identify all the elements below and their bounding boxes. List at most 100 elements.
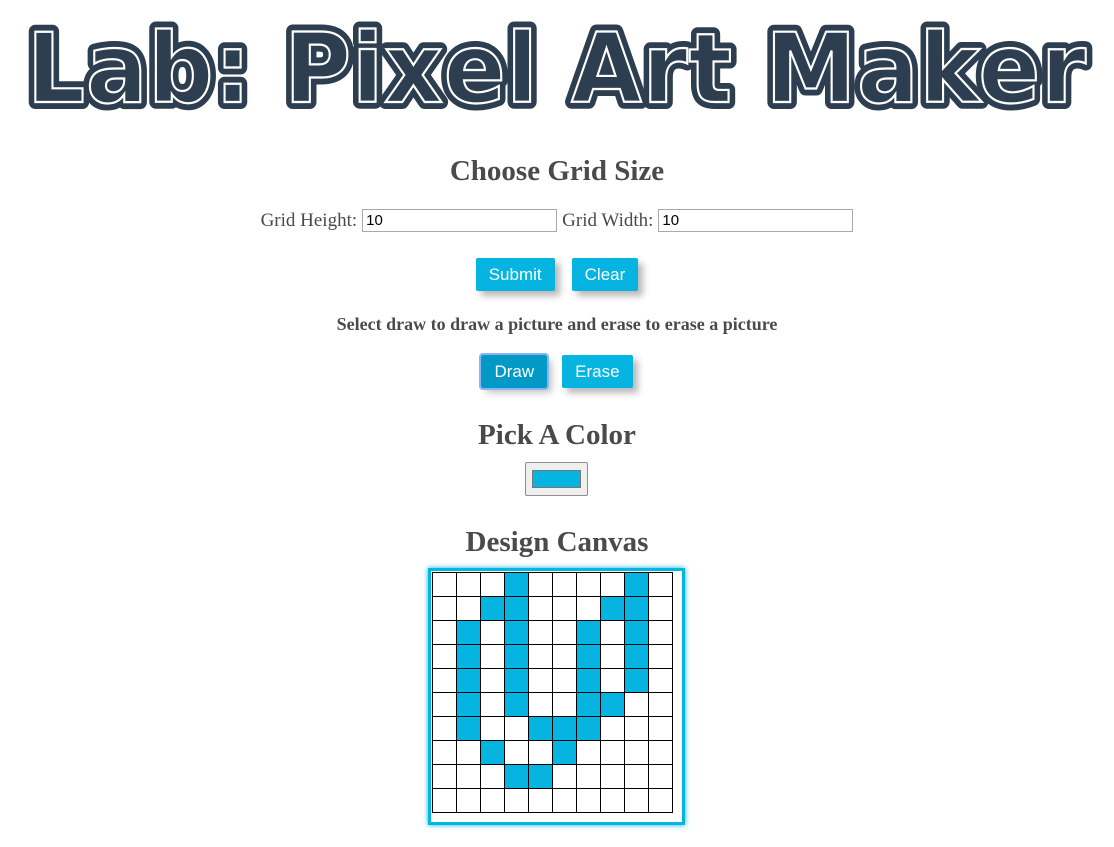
canvas-cell[interactable] <box>504 644 529 669</box>
clear-button[interactable]: Clear <box>571 258 639 291</box>
canvas-cell[interactable] <box>480 692 505 717</box>
canvas-cell[interactable] <box>456 716 481 741</box>
canvas-cell[interactable] <box>600 692 625 717</box>
canvas-cell[interactable] <box>504 692 529 717</box>
canvas-cell[interactable] <box>528 572 553 597</box>
canvas-cell[interactable] <box>576 572 601 597</box>
canvas-cell[interactable] <box>576 668 601 693</box>
canvas-cell[interactable] <box>504 620 529 645</box>
pixel-canvas[interactable] <box>432 572 673 813</box>
canvas-cell[interactable] <box>624 716 649 741</box>
canvas-cell[interactable] <box>528 692 553 717</box>
canvas-cell[interactable] <box>504 788 529 813</box>
canvas-cell[interactable] <box>600 668 625 693</box>
canvas-cell[interactable] <box>456 572 481 597</box>
canvas-cell[interactable] <box>456 692 481 717</box>
canvas-cell[interactable] <box>624 572 649 597</box>
canvas-cell[interactable] <box>528 788 553 813</box>
submit-button[interactable]: Submit <box>475 258 555 291</box>
canvas-cell[interactable] <box>576 764 601 789</box>
canvas-cell[interactable] <box>600 572 625 597</box>
canvas-cell[interactable] <box>552 668 577 693</box>
canvas-cell[interactable] <box>432 740 457 765</box>
canvas-cell[interactable] <box>480 716 505 741</box>
canvas-cell[interactable] <box>648 788 673 813</box>
canvas-cell[interactable] <box>624 692 649 717</box>
canvas-cell[interactable] <box>552 788 577 813</box>
canvas-cell[interactable] <box>456 788 481 813</box>
canvas-cell[interactable] <box>504 716 529 741</box>
canvas-cell[interactable] <box>648 572 673 597</box>
canvas-cell[interactable] <box>624 788 649 813</box>
canvas-cell[interactable] <box>432 764 457 789</box>
canvas-cell[interactable] <box>648 692 673 717</box>
canvas-cell[interactable] <box>648 668 673 693</box>
canvas-cell[interactable] <box>648 620 673 645</box>
canvas-cell[interactable] <box>624 644 649 669</box>
canvas-cell[interactable] <box>504 668 529 693</box>
canvas-cell[interactable] <box>528 668 553 693</box>
canvas-cell[interactable] <box>432 716 457 741</box>
canvas-cell[interactable] <box>552 572 577 597</box>
canvas-cell[interactable] <box>528 596 553 621</box>
canvas-cell[interactable] <box>528 620 553 645</box>
canvas-cell[interactable] <box>528 740 553 765</box>
canvas-cell[interactable] <box>456 668 481 693</box>
canvas-cell[interactable] <box>648 644 673 669</box>
canvas-cell[interactable] <box>576 596 601 621</box>
canvas-cell[interactable] <box>648 740 673 765</box>
canvas-cell[interactable] <box>624 596 649 621</box>
canvas-cell[interactable] <box>600 740 625 765</box>
canvas-cell[interactable] <box>576 620 601 645</box>
canvas-cell[interactable] <box>504 740 529 765</box>
canvas-cell[interactable] <box>480 644 505 669</box>
canvas-cell[interactable] <box>528 764 553 789</box>
canvas-cell[interactable] <box>576 692 601 717</box>
canvas-cell[interactable] <box>456 764 481 789</box>
canvas-cell[interactable] <box>480 788 505 813</box>
canvas-cell[interactable] <box>528 716 553 741</box>
canvas-cell[interactable] <box>432 620 457 645</box>
canvas-cell[interactable] <box>456 596 481 621</box>
canvas-cell[interactable] <box>504 764 529 789</box>
canvas-cell[interactable] <box>648 716 673 741</box>
canvas-cell[interactable] <box>432 596 457 621</box>
canvas-cell[interactable] <box>552 644 577 669</box>
canvas-cell[interactable] <box>600 788 625 813</box>
canvas-cell[interactable] <box>528 644 553 669</box>
canvas-cell[interactable] <box>552 596 577 621</box>
canvas-cell[interactable] <box>600 596 625 621</box>
canvas-cell[interactable] <box>480 572 505 597</box>
canvas-cell[interactable] <box>480 668 505 693</box>
canvas-cell[interactable] <box>552 716 577 741</box>
canvas-cell[interactable] <box>600 644 625 669</box>
canvas-cell[interactable] <box>456 644 481 669</box>
canvas-cell[interactable] <box>480 596 505 621</box>
canvas-cell[interactable] <box>576 644 601 669</box>
canvas-cell[interactable] <box>624 764 649 789</box>
canvas-cell[interactable] <box>432 788 457 813</box>
canvas-cell[interactable] <box>648 596 673 621</box>
draw-button[interactable]: Draw <box>479 353 550 390</box>
canvas-cell[interactable] <box>624 620 649 645</box>
canvas-cell[interactable] <box>456 740 481 765</box>
canvas-cell[interactable] <box>624 740 649 765</box>
canvas-cell[interactable] <box>432 668 457 693</box>
canvas-cell[interactable] <box>432 692 457 717</box>
canvas-cell[interactable] <box>504 572 529 597</box>
canvas-cell[interactable] <box>600 716 625 741</box>
canvas-cell[interactable] <box>600 620 625 645</box>
canvas-cell[interactable] <box>648 764 673 789</box>
canvas-cell[interactable] <box>504 596 529 621</box>
grid-width-input[interactable] <box>658 209 854 232</box>
canvas-cell[interactable] <box>624 668 649 693</box>
canvas-cell[interactable] <box>432 644 457 669</box>
canvas-cell[interactable] <box>576 716 601 741</box>
grid-height-input[interactable] <box>362 209 558 232</box>
canvas-cell[interactable] <box>552 620 577 645</box>
canvas-cell[interactable] <box>576 788 601 813</box>
canvas-cell[interactable] <box>600 764 625 789</box>
canvas-cell[interactable] <box>552 692 577 717</box>
canvas-cell[interactable] <box>432 572 457 597</box>
canvas-cell[interactable] <box>480 764 505 789</box>
